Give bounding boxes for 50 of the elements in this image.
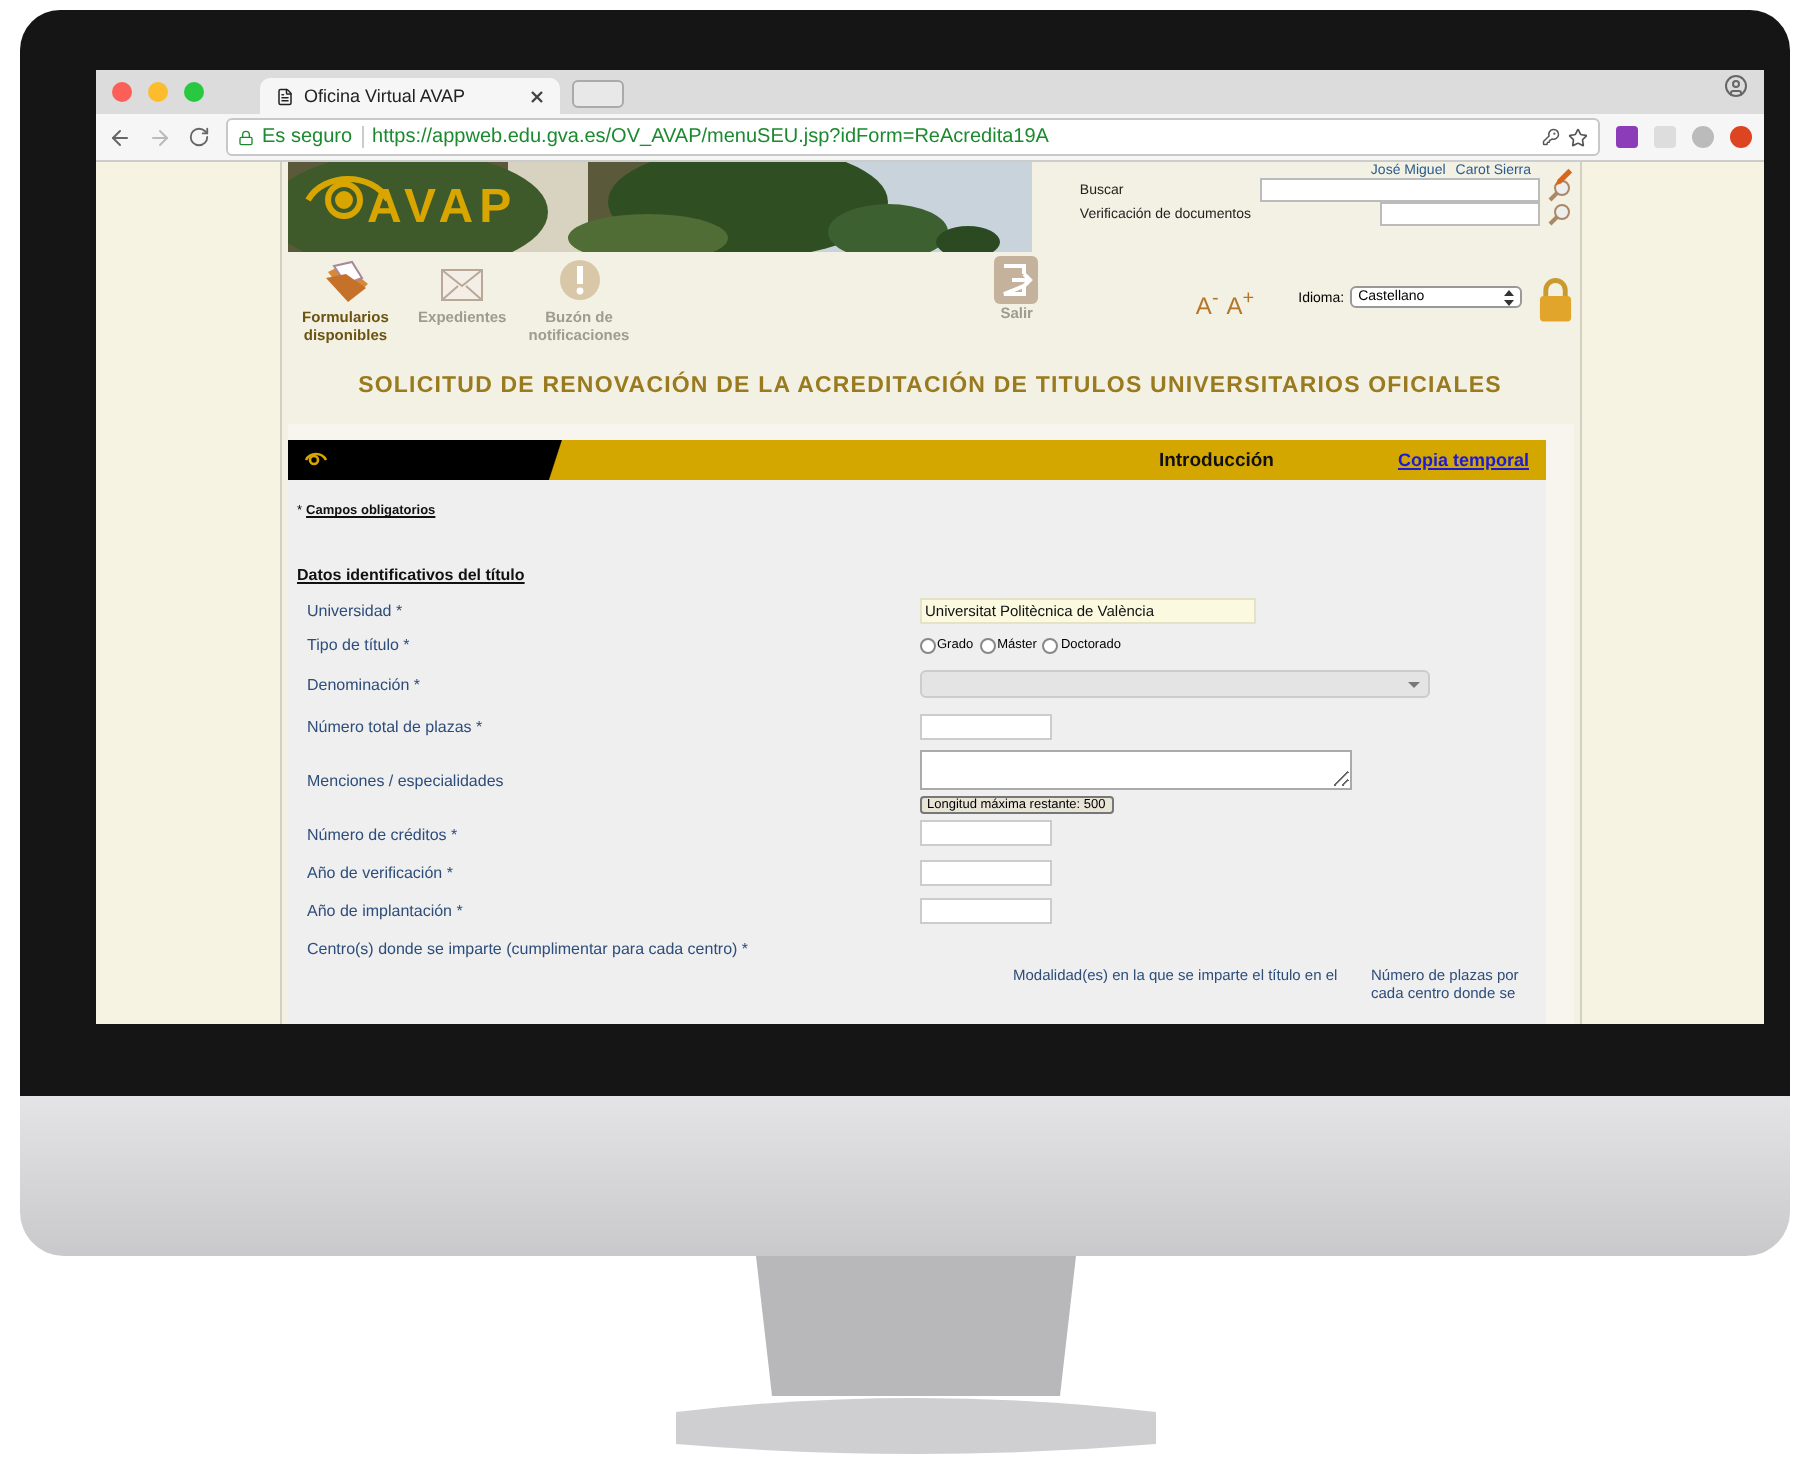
verification-field[interactable]: [1379, 202, 1540, 226]
input-field[interactable]: [919, 713, 1051, 739]
lock-icon: [238, 129, 254, 145]
temporary-copy-link[interactable]: Copia temporal: [1397, 450, 1529, 470]
font-smaller-button[interactable]: A$^{-}$: [1195, 288, 1219, 320]
eye-icon: [303, 452, 327, 468]
field-label: Menciones / especialidades: [305, 772, 506, 790]
forward-icon[interactable]: [148, 125, 172, 149]
font-larger-button[interactable]: A$^{+}$: [1226, 288, 1255, 320]
field-label: Año de implantación *: [305, 902, 465, 920]
padlock-icon[interactable]: [1537, 276, 1573, 324]
field-label: Año de verificación *: [305, 864, 455, 882]
reload-icon[interactable]: [188, 126, 210, 148]
window-close-button[interactable]: [112, 82, 132, 102]
search-icon[interactable]: [1547, 202, 1572, 226]
field-label: Universidad *: [305, 601, 405, 619]
dropdown-arrows-icon: [1503, 289, 1514, 305]
bookmark-star-icon[interactable]: [1568, 127, 1588, 147]
text-area[interactable]: [919, 749, 1351, 789]
extension-icon[interactable]: [1730, 126, 1752, 148]
new-tab-button[interactable]: [572, 80, 624, 108]
centers-label: Centro(s) donde se imparte (cumplimentar para cada centro) *: [305, 938, 751, 958]
key-icon[interactable]: [1542, 128, 1560, 146]
radio-circle-icon[interactable]: [979, 637, 996, 653]
address-bar[interactable]: Es seguro https://appweb.edu.gva.es/OV_AVAP/menuSEU.jsp?idForm=ReAcredita19A: [226, 118, 1600, 156]
notebook-extension-icon[interactable]: [1616, 126, 1638, 148]
back-icon[interactable]: [108, 125, 132, 149]
profile-icon[interactable]: [1724, 74, 1748, 98]
logo-text: AVAP: [367, 184, 518, 232]
input-field[interactable]: [919, 859, 1051, 885]
field-label: Tipo de título *: [305, 636, 412, 654]
extension-icon[interactable]: [1692, 126, 1714, 148]
input-field[interactable]: [919, 820, 1051, 846]
exit-icon: [994, 256, 1039, 304]
browser-tab[interactable]: Oficina Virtual AVAP: [260, 78, 560, 114]
radio-circle-icon[interactable]: [919, 637, 935, 653]
section-heading: Datos identificativos del título: [297, 566, 527, 584]
radio-circle-icon[interactable]: [1042, 637, 1059, 653]
section-title: Introducción: [1158, 449, 1274, 471]
window-minimize-button[interactable]: [148, 82, 168, 102]
page-title: SOLICITUD DE RENOVACIÓN DE LA ACREDITACIÓN DE TITULOS UNIVERSITARIOS OFICIALES: [356, 374, 1504, 398]
page-icon: [276, 87, 294, 105]
input-field[interactable]: [919, 897, 1051, 923]
field-label: Número total de plazas *: [305, 718, 485, 736]
field-label: Denominación *: [305, 675, 422, 693]
search-field[interactable]: [1259, 178, 1540, 202]
field-label: Número de créditos *: [305, 825, 460, 843]
close-icon[interactable]: [530, 89, 544, 103]
window-zoom-button[interactable]: [184, 82, 204, 102]
pencil-icon[interactable]: [1551, 166, 1573, 190]
